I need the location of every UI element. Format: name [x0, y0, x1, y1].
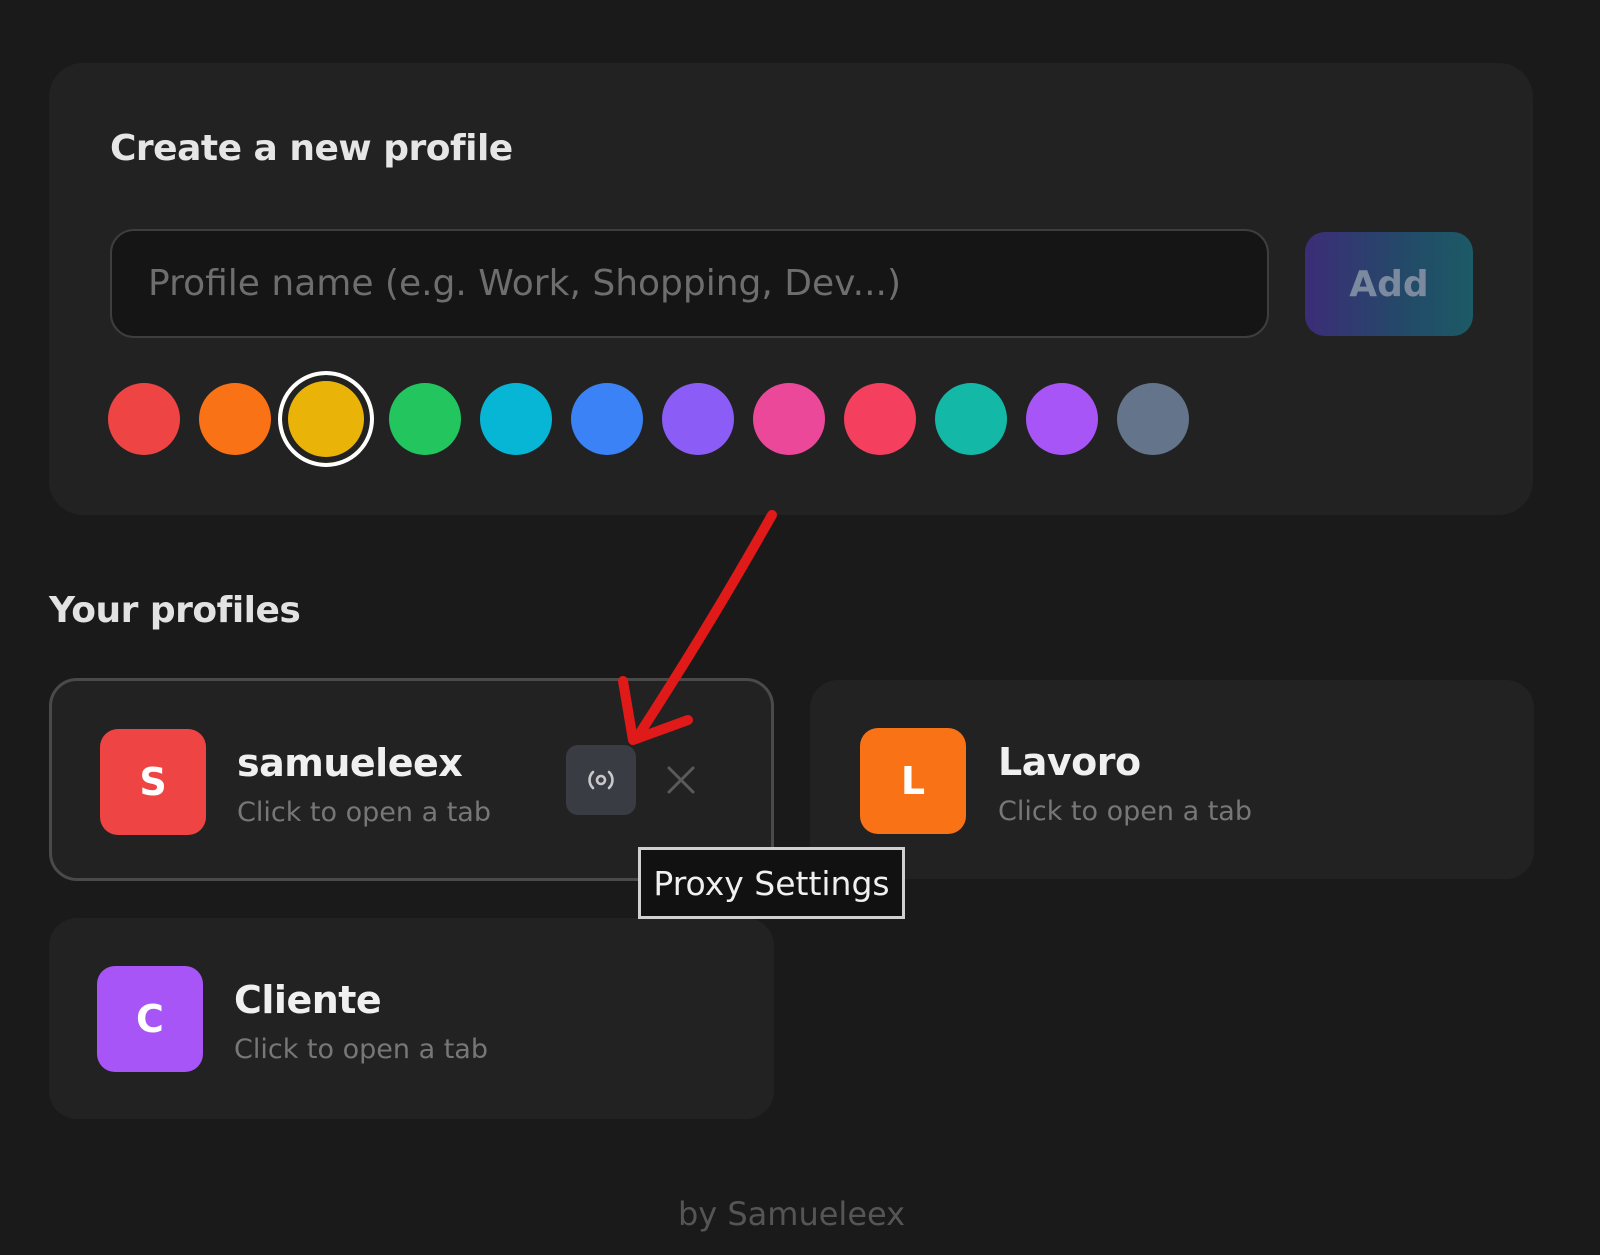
profile-name: samueleex [237, 741, 463, 785]
color-swatch-teal[interactable] [935, 383, 1007, 455]
color-swatch-blue[interactable] [571, 383, 643, 455]
proxy-settings-tooltip: Proxy Settings [638, 847, 905, 919]
profiles-section-title: Your profiles [49, 590, 301, 631]
color-swatch-slate[interactable] [1117, 383, 1189, 455]
profile-card-cliente[interactable]: C Cliente Click to open a tab [49, 918, 774, 1119]
color-swatch-purple[interactable] [1026, 383, 1098, 455]
profile-subtitle: Click to open a tab [998, 796, 1252, 827]
create-profile-title: Create a new profile [110, 128, 513, 169]
profile-subtitle: Click to open a tab [234, 1034, 488, 1065]
avatar: L [860, 728, 966, 834]
page: Create a new profile Add Your profiles S… [0, 0, 1600, 1255]
avatar: S [100, 729, 206, 835]
color-swatch-orange[interactable] [199, 383, 271, 455]
color-swatch-cyan[interactable] [480, 383, 552, 455]
color-swatch-green[interactable] [389, 383, 461, 455]
color-swatch-yellow-selected[interactable] [278, 371, 374, 467]
delete-profile-button[interactable] [660, 759, 702, 801]
profile-subtitle: Click to open a tab [237, 797, 491, 828]
color-swatch-red[interactable] [108, 383, 180, 455]
proxy-settings-button[interactable] [566, 745, 636, 815]
broadcast-icon [588, 770, 614, 790]
color-swatch-pink[interactable] [753, 383, 825, 455]
close-icon [667, 766, 695, 794]
profile-name: Lavoro [998, 740, 1141, 784]
avatar: C [97, 966, 203, 1072]
profile-card-lavoro[interactable]: L Lavoro Click to open a tab [810, 680, 1534, 879]
color-swatch-violet[interactable] [662, 383, 734, 455]
profile-name: Cliente [234, 978, 382, 1022]
add-button[interactable]: Add [1305, 232, 1473, 336]
color-swatch-rose[interactable] [844, 383, 916, 455]
profile-name-input[interactable] [110, 229, 1269, 338]
footer-credit: by Samueleex [677, 1195, 906, 1233]
